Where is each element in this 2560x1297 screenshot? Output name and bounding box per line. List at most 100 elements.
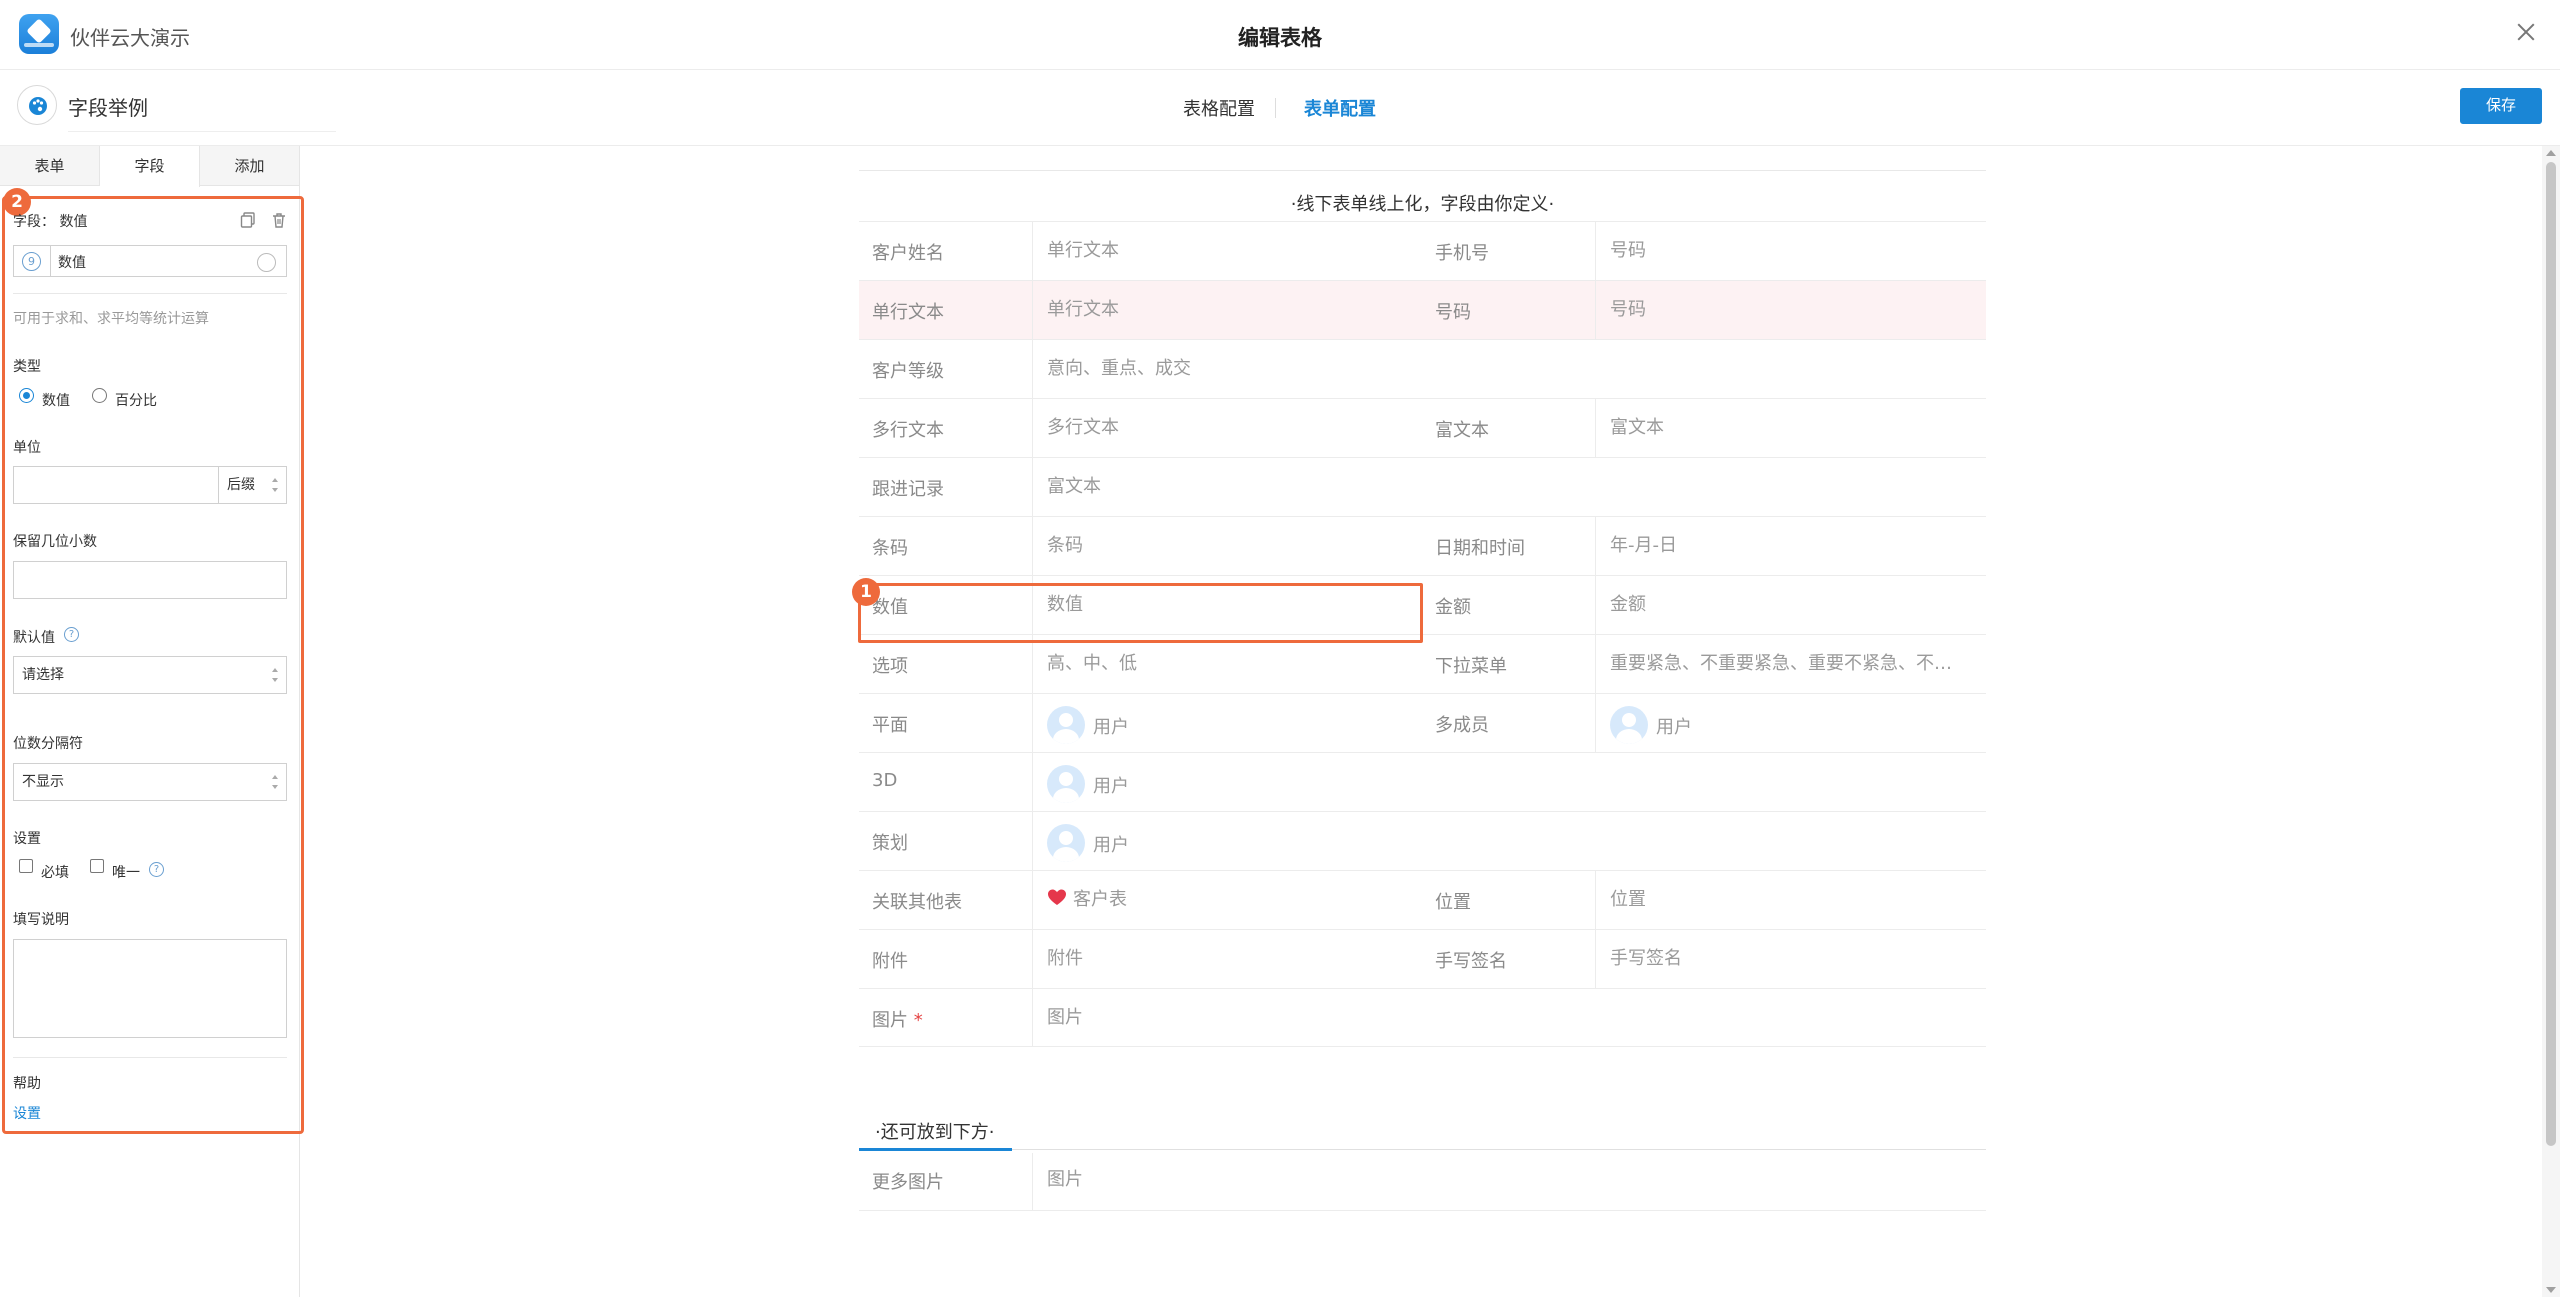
field-value: 用户	[1656, 717, 1692, 738]
form-field-row[interactable]: 平面 用户 多成员 用户	[859, 693, 1986, 752]
field-label: 号码	[1435, 298, 1471, 324]
form-field-row[interactable]: 单行文本 单行文本 号码 号码	[859, 280, 1986, 339]
field-value: 图片	[1047, 1169, 1083, 1190]
panel-tabs: 表单 字段 添加	[0, 146, 300, 187]
copy-icon[interactable]	[240, 212, 256, 228]
description-textarea[interactable]	[13, 939, 287, 1038]
form-field-row[interactable]: 3D 用户	[859, 752, 1986, 811]
field-label-text: 位置	[1435, 892, 1471, 913]
form-field-row[interactable]: 更多图片 图片	[859, 1151, 1986, 1211]
separator-value: 不显示	[22, 774, 64, 790]
field-label-text: 金额	[1435, 597, 1471, 618]
scrollbar-thumb[interactable]	[2546, 162, 2556, 1146]
form-field-row[interactable]: 客户等级 意向、重点、成交	[859, 339, 1986, 398]
unit-position-select[interactable]: 后缀	[218, 466, 287, 504]
decimals-label: 保留几位小数	[13, 534, 97, 550]
required-checkbox[interactable]	[19, 859, 33, 873]
required-label: 必填	[41, 865, 69, 881]
field-hint: 可用于求和、求平均等统计运算	[13, 311, 209, 327]
field-label-text: 日期和时间	[1435, 538, 1525, 559]
save-button[interactable]: 保存	[2460, 88, 2542, 124]
unit-label: 单位	[13, 440, 41, 456]
heart-icon	[1048, 889, 1066, 905]
field-label-text: 条码	[872, 538, 908, 559]
default-value-select[interactable]: 请选择	[13, 656, 287, 694]
form-field-row[interactable]: 附件 附件 手写签名 手写签名	[859, 929, 1986, 988]
field-label: 图片 *	[872, 1006, 923, 1032]
close-icon[interactable]	[2512, 18, 2540, 46]
step-badge-1: 1	[852, 578, 880, 606]
field-value: 用户	[1093, 717, 1129, 738]
help-icon[interactable]: ?	[64, 627, 79, 642]
window-title: 编辑表格	[1238, 26, 1322, 50]
field-value: 金额	[1610, 594, 1646, 615]
user-avatar-icon	[1610, 706, 1648, 744]
field-label-text: 策划	[872, 833, 908, 854]
field-toggle-icon[interactable]	[257, 253, 276, 272]
user-avatar-icon	[1047, 706, 1085, 744]
form-header: 字段举例 表格配置 表单配置 保存	[0, 70, 2560, 146]
field-label: 多成员	[1435, 711, 1489, 737]
field-label: 附件	[872, 947, 908, 973]
default-label: 默认值	[13, 630, 55, 646]
scroll-down-icon[interactable]	[2546, 1287, 2556, 1293]
field-label-text: 号码	[1435, 302, 1471, 323]
type-percent-radio[interactable]	[92, 388, 107, 403]
field-label-text: 手写签名	[1435, 951, 1507, 972]
field-label: 关联其他表	[872, 888, 962, 914]
panel-tab-form[interactable]: 表单	[0, 146, 100, 186]
field-label-text: 平面	[872, 715, 908, 736]
type-number-label: 数值	[42, 393, 70, 409]
field-label-text: 附件	[872, 951, 908, 972]
unique-checkbox[interactable]	[90, 859, 104, 873]
field-label-text: 手机号	[1435, 243, 1489, 264]
form-field-row[interactable]: 图片 * 图片	[859, 988, 1986, 1047]
field-value: 年-月-日	[1610, 535, 1677, 556]
scroll-up-icon[interactable]	[2546, 150, 2556, 156]
unique-label: 唯一	[112, 865, 140, 881]
help-icon[interactable]: ?	[149, 862, 164, 877]
tab-divider	[1275, 98, 1276, 118]
field-value: 高、中、低	[1047, 653, 1137, 674]
unit-input[interactable]	[13, 466, 219, 504]
tab-form-config[interactable]: 表单配置	[1304, 95, 1376, 121]
field-value: 用户	[1093, 776, 1129, 797]
field-label-text: 图片	[872, 1010, 908, 1031]
palette-icon[interactable]	[17, 85, 57, 125]
tab-table-config[interactable]: 表格配置	[1183, 95, 1255, 121]
decimals-input[interactable]	[13, 561, 287, 599]
field-label-text: 关联其他表	[872, 892, 962, 913]
field-label: 位置	[1435, 888, 1471, 914]
type-label: 类型	[13, 359, 41, 375]
field-label: 策划	[872, 829, 908, 855]
selected-field-highlight[interactable]	[858, 583, 1423, 643]
description-label: 填写说明	[13, 912, 69, 928]
field-label-text: 客户等级	[872, 361, 944, 382]
field-name-input[interactable]: 数值	[58, 252, 86, 272]
field-value: 多行文本	[1047, 417, 1119, 438]
separator-select[interactable]: 不显示	[13, 763, 287, 801]
trash-icon[interactable]	[271, 212, 287, 228]
panel-tab-add[interactable]: 添加	[200, 146, 300, 186]
user-avatar-icon	[1047, 824, 1085, 862]
user-avatar-icon	[1047, 765, 1085, 803]
field-label: 选项	[872, 652, 908, 678]
vertical-scrollbar[interactable]	[2542, 146, 2560, 1297]
panel-tab-field[interactable]: 字段	[100, 146, 200, 187]
form-field-row[interactable]: 关联其他表 客户表 位置 位置	[859, 870, 1986, 929]
form-field-row[interactable]: 策划 用户	[859, 811, 1986, 870]
form-field-row[interactable]: 客户姓名 单行文本 手机号 号码	[859, 221, 1986, 280]
form-field-row[interactable]: 条码 条码 日期和时间 年-月-日	[859, 516, 1986, 575]
form-field-row[interactable]: 跟进记录 富文本	[859, 457, 1986, 516]
form-name-input[interactable]: 字段举例	[68, 92, 336, 132]
type-number-radio[interactable]	[19, 388, 34, 403]
field-label-text: 单行文本	[872, 302, 944, 323]
field-label-text: 多成员	[1435, 715, 1489, 736]
form-field-row[interactable]: 多行文本 多行文本 富文本 富文本	[859, 398, 1986, 457]
field-heading: 字段： 数值	[13, 214, 88, 230]
default-value: 请选择	[22, 667, 64, 683]
field-value: 富文本	[1047, 476, 1101, 497]
field-label: 单行文本	[872, 298, 944, 324]
help-settings-link[interactable]: 设置	[13, 1103, 41, 1123]
section-title: ·线下表单线上化，字段由你定义·	[1290, 194, 1555, 215]
